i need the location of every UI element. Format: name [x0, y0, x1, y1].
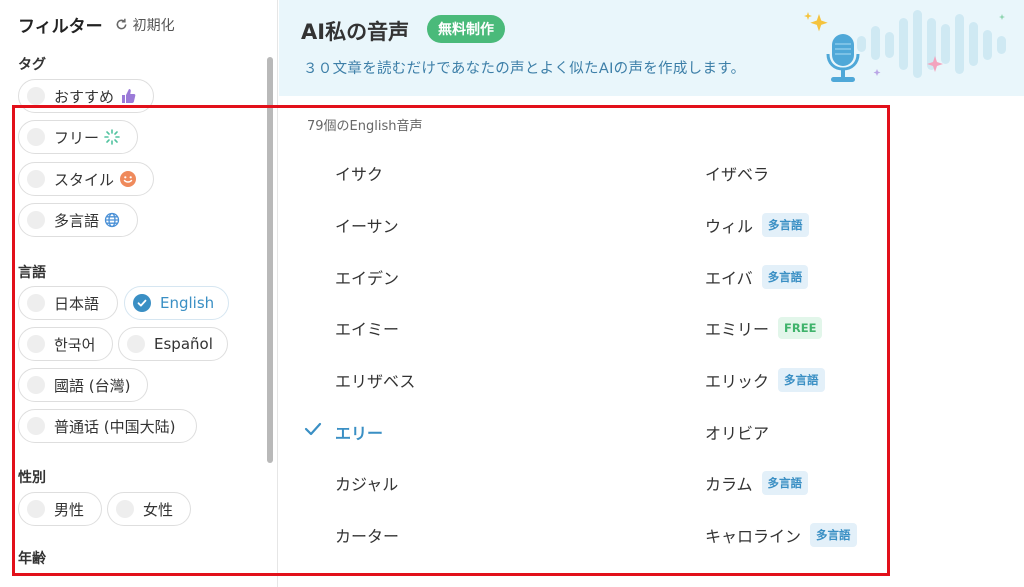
chip-label: 女性	[143, 500, 174, 519]
multilingual-tag: 多言語	[810, 523, 857, 547]
voice-item-emily[interactable]: エミリー FREE	[705, 316, 823, 340]
gender-chip-female[interactable]: 女性	[107, 492, 191, 526]
voice-name: イザベラ	[705, 165, 770, 184]
voice-name: キャロライン	[705, 527, 802, 546]
language-chip-english[interactable]: English	[124, 286, 229, 320]
checkbox-circle	[116, 500, 134, 518]
voice-name: カーター	[335, 527, 400, 546]
multilingual-tag: 多言語	[778, 368, 825, 392]
multilingual-tag: 多言語	[761, 471, 809, 495]
reset-button[interactable]: 初期化	[115, 15, 175, 35]
voice-item-ellie[interactable]: エリー	[335, 420, 383, 444]
voice-name: エイバ	[705, 269, 753, 288]
voice-item-elizabeth[interactable]: エリザベス	[335, 368, 415, 392]
chip-label: 多言語	[54, 211, 100, 230]
chip-label: English	[160, 294, 215, 312]
voice-name: エイデン	[335, 269, 400, 288]
banner-title: AI私の音声	[301, 20, 410, 44]
chip-label: フリー	[54, 128, 100, 147]
chip-label: 普通话 (中国大陆)	[54, 417, 176, 436]
checkbox-circle	[127, 335, 145, 353]
chip-label: 男性	[54, 500, 85, 519]
checkbox-circle	[27, 500, 45, 518]
selected-check-icon	[304, 422, 322, 436]
language-chip-japanese[interactable]: 日本語	[18, 286, 118, 320]
voice-name: エリー	[335, 424, 384, 443]
voice-item-aiden[interactable]: エイデン	[335, 265, 399, 289]
globe-icon	[104, 212, 120, 228]
tag-chip-style[interactable]: スタイル	[18, 162, 154, 196]
checkbox-circle	[27, 376, 45, 394]
chip-label: 國語 (台灣)	[54, 376, 131, 395]
voice-item-ethan[interactable]: イーサン	[335, 213, 399, 237]
voice-item-amy[interactable]: エイミー	[335, 316, 399, 340]
sparkle-icon	[104, 129, 120, 145]
microphone-waveform-illustration	[804, 10, 1006, 82]
voice-name: カラム	[705, 475, 753, 494]
banner-subtitle: ３０文章を読むだけであなたの声とよく似たAIの声を作成します。	[303, 61, 746, 77]
voice-name: イサク	[335, 165, 384, 184]
voice-item-kajal[interactable]: カジャル	[335, 471, 398, 495]
tag-chip-multilingual[interactable]: 多言語	[18, 203, 138, 237]
voice-item-eric[interactable]: エリック 多言語	[705, 368, 825, 392]
chip-label: Español	[154, 335, 213, 353]
checkbox-circle	[27, 170, 45, 188]
voice-item-isaac[interactable]: イサク	[335, 161, 383, 185]
gender-chip-male[interactable]: 男性	[18, 492, 102, 526]
section-label-language: 言語	[18, 265, 46, 281]
language-chip-china-mandarin[interactable]: 普通话 (中国大陆)	[18, 409, 197, 443]
free-tag: FREE	[778, 317, 823, 339]
voice-list-panel: 79個のEnglish音声 イサク イーサン エイデン エイミー エリザベス エ…	[279, 96, 1024, 587]
checkbox-circle	[27, 417, 45, 435]
voice-item-callum[interactable]: カラム 多言語	[705, 471, 809, 495]
voice-name: カジャル	[335, 475, 399, 494]
checkbox-circle	[27, 335, 45, 353]
filter-sidebar: フィルター 初期化 タグ おすすめ フリー スタイル 多言語 言語 日本語 En…	[0, 0, 278, 587]
voice-item-ava[interactable]: エイバ 多言語	[705, 265, 809, 289]
section-label-gender: 性別	[18, 470, 46, 486]
voice-item-olivia[interactable]: オリビア	[705, 420, 769, 444]
reset-label: 初期化	[132, 17, 175, 34]
voice-item-carter[interactable]: カーター	[335, 523, 399, 547]
voice-name: オリビア	[705, 424, 770, 443]
checkbox-circle	[27, 87, 45, 105]
section-label-age: 年齢	[18, 551, 46, 567]
voice-name: エミリー	[705, 320, 770, 339]
my-ai-voice-banner[interactable]: AI私の音声 無料制作 ３０文章を読むだけであなたの声とよく似たAIの声を作成し…	[279, 0, 1024, 96]
chip-label: おすすめ	[54, 87, 115, 106]
chip-label: 한국어	[54, 335, 96, 354]
checkbox-circle	[27, 294, 45, 312]
language-chip-korean[interactable]: 한국어	[18, 327, 113, 361]
reset-icon	[116, 18, 127, 30]
tag-chip-free[interactable]: フリー	[18, 120, 138, 154]
language-chip-taiwan-mandarin[interactable]: 國語 (台灣)	[18, 368, 148, 402]
multilingual-tag: 多言語	[761, 265, 809, 289]
tag-chip-recommended[interactable]: おすすめ	[18, 79, 154, 113]
voice-name: エリック	[705, 372, 770, 391]
voice-item-isabella[interactable]: イザベラ	[705, 161, 769, 185]
checkbox-circle	[27, 211, 45, 229]
voice-name: ウィル	[705, 217, 754, 236]
voice-name: エリザベス	[335, 372, 416, 391]
free-create-badge: 無料制作	[427, 15, 505, 43]
checkbox-circle	[27, 128, 45, 146]
thumbs-up-icon	[119, 87, 137, 105]
sidebar-scrollbar[interactable]	[267, 57, 273, 463]
filter-title: フィルター	[18, 17, 103, 37]
voice-name: イーサン	[335, 217, 399, 236]
voice-count-label: 79個のEnglish音声	[307, 119, 423, 134]
voice-name: エイミー	[335, 320, 400, 339]
chip-label: スタイル	[54, 170, 115, 189]
filter-header: フィルター 初期化	[18, 12, 175, 37]
section-label-tag: タグ	[18, 57, 46, 73]
voice-item-caroline[interactable]: キャロライン 多言語	[705, 523, 857, 547]
chip-label: 日本語	[54, 294, 100, 313]
voice-item-will[interactable]: ウィル 多言語	[705, 213, 809, 237]
multilingual-tag: 多言語	[762, 213, 809, 237]
language-chip-spanish[interactable]: Español	[118, 327, 228, 361]
smile-icon	[119, 170, 137, 188]
check-circle-icon	[133, 294, 151, 312]
